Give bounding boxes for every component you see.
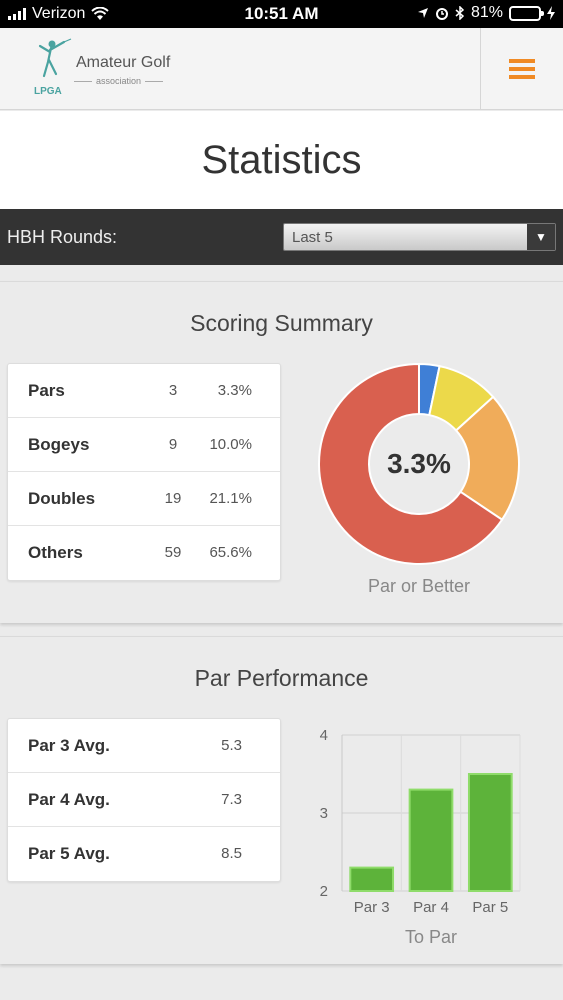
x-axis-label: To Par xyxy=(405,927,457,947)
row-label: Pars xyxy=(28,381,65,400)
scoring-donut-chart: 3.3% xyxy=(318,362,520,565)
row-percent: 65.6% xyxy=(209,544,252,561)
location-icon xyxy=(417,8,428,18)
row-percent: 21.1% xyxy=(209,490,252,507)
par-performance-panel: Par Performance Par 3 Avg. 5.3 Par 4 Avg… xyxy=(0,636,563,964)
donut-center-value: 3.3% xyxy=(387,448,451,479)
rounds-select-value: Last 5 xyxy=(292,229,333,246)
row-count: 9 xyxy=(168,436,178,453)
status-bar: Verizon 10:51 AM 81% xyxy=(0,0,563,28)
rounds-select[interactable]: Last 5 ▼ xyxy=(283,223,556,251)
row-label: Others xyxy=(28,543,83,562)
app-logo[interactable]: LPGA Amateur Golf association xyxy=(30,38,200,100)
golfer-logo-icon xyxy=(38,38,72,78)
y-tick-label: 3 xyxy=(320,805,328,822)
table-row: Doubles 19 21.1% xyxy=(8,472,280,526)
table-row: Par 3 Avg. 5.3 xyxy=(8,719,280,773)
bar-svg: 2 3 4 Par 3 Par 4 Par 5 To Par xyxy=(320,727,521,947)
y-tick-label: 4 xyxy=(320,727,328,744)
bar-par-4 xyxy=(408,788,454,892)
row-value: 5.3 xyxy=(221,737,242,754)
par-performance-table: Par 3 Avg. 5.3 Par 4 Avg. 7.3 Par 5 Avg.… xyxy=(7,718,281,882)
row-count: 19 xyxy=(164,490,182,507)
logo-name: Amateur Golf xyxy=(76,54,171,71)
row-label: Bogeys xyxy=(28,435,90,454)
logo-sub-text: association xyxy=(96,76,142,86)
dropdown-arrow-icon[interactable]: ▼ xyxy=(527,224,555,250)
par-performance-title: Par Performance xyxy=(194,665,369,691)
x-tick-label: Par 4 xyxy=(413,899,449,916)
charging-icon xyxy=(547,6,555,20)
row-count: 59 xyxy=(164,544,182,561)
rounds-bar: HBH Rounds: Last 5 ▼ xyxy=(0,209,563,265)
alarm-icon xyxy=(435,8,448,20)
logo-subtitle: association xyxy=(74,76,164,86)
row-count: 3 xyxy=(168,382,178,399)
battery-icon xyxy=(509,5,544,21)
x-tick-label: Par 5 xyxy=(472,899,508,916)
row-label: Par 5 Avg. xyxy=(28,844,110,863)
y-tick-label: 2 xyxy=(320,883,328,900)
row-percent: 10.0% xyxy=(209,436,252,453)
page-title-section: Statistics xyxy=(0,111,563,209)
battery-percent: 81% xyxy=(470,4,503,21)
row-value: 7.3 xyxy=(221,791,242,808)
rounds-label: HBH Rounds: xyxy=(7,227,118,247)
row-value: 8.5 xyxy=(221,845,242,862)
table-row: Par 4 Avg. 7.3 xyxy=(8,773,280,827)
x-tick-label: Par 3 xyxy=(354,899,390,916)
table-row: Bogeys 9 10.0% xyxy=(8,418,280,472)
hamburger-menu-icon[interactable] xyxy=(480,28,563,110)
scoring-summary-table: Pars 3 3.3% Bogeys 9 10.0% Doubles 19 21… xyxy=(7,363,281,581)
table-row: Others 59 65.6% xyxy=(8,526,280,580)
scoring-summary-panel: Scoring Summary Pars 3 3.3% Bogeys 9 10.… xyxy=(0,281,563,623)
status-right: 81% xyxy=(417,4,555,22)
donut-caption: Par or Better xyxy=(367,576,471,596)
bar-par-3 xyxy=(349,866,395,893)
table-row: Par 5 Avg. 8.5 xyxy=(8,827,280,881)
row-label: Par 3 Avg. xyxy=(28,736,110,755)
row-percent: 3.3% xyxy=(217,382,252,399)
par-performance-bar-chart: 2 3 4 Par 3 Par 4 Par 5 To Par xyxy=(300,725,535,965)
scoring-summary-title: Scoring Summary xyxy=(190,310,373,336)
bluetooth-icon xyxy=(455,6,465,20)
app-header: LPGA Amateur Golf association xyxy=(0,28,563,110)
row-label: Doubles xyxy=(28,489,96,508)
logo-mark: LPGA xyxy=(34,86,62,97)
page-title: Statistics xyxy=(201,138,362,182)
table-row: Pars 3 3.3% xyxy=(8,364,280,418)
row-label: Par 4 Avg. xyxy=(28,790,110,809)
bar-par-5 xyxy=(467,773,513,892)
